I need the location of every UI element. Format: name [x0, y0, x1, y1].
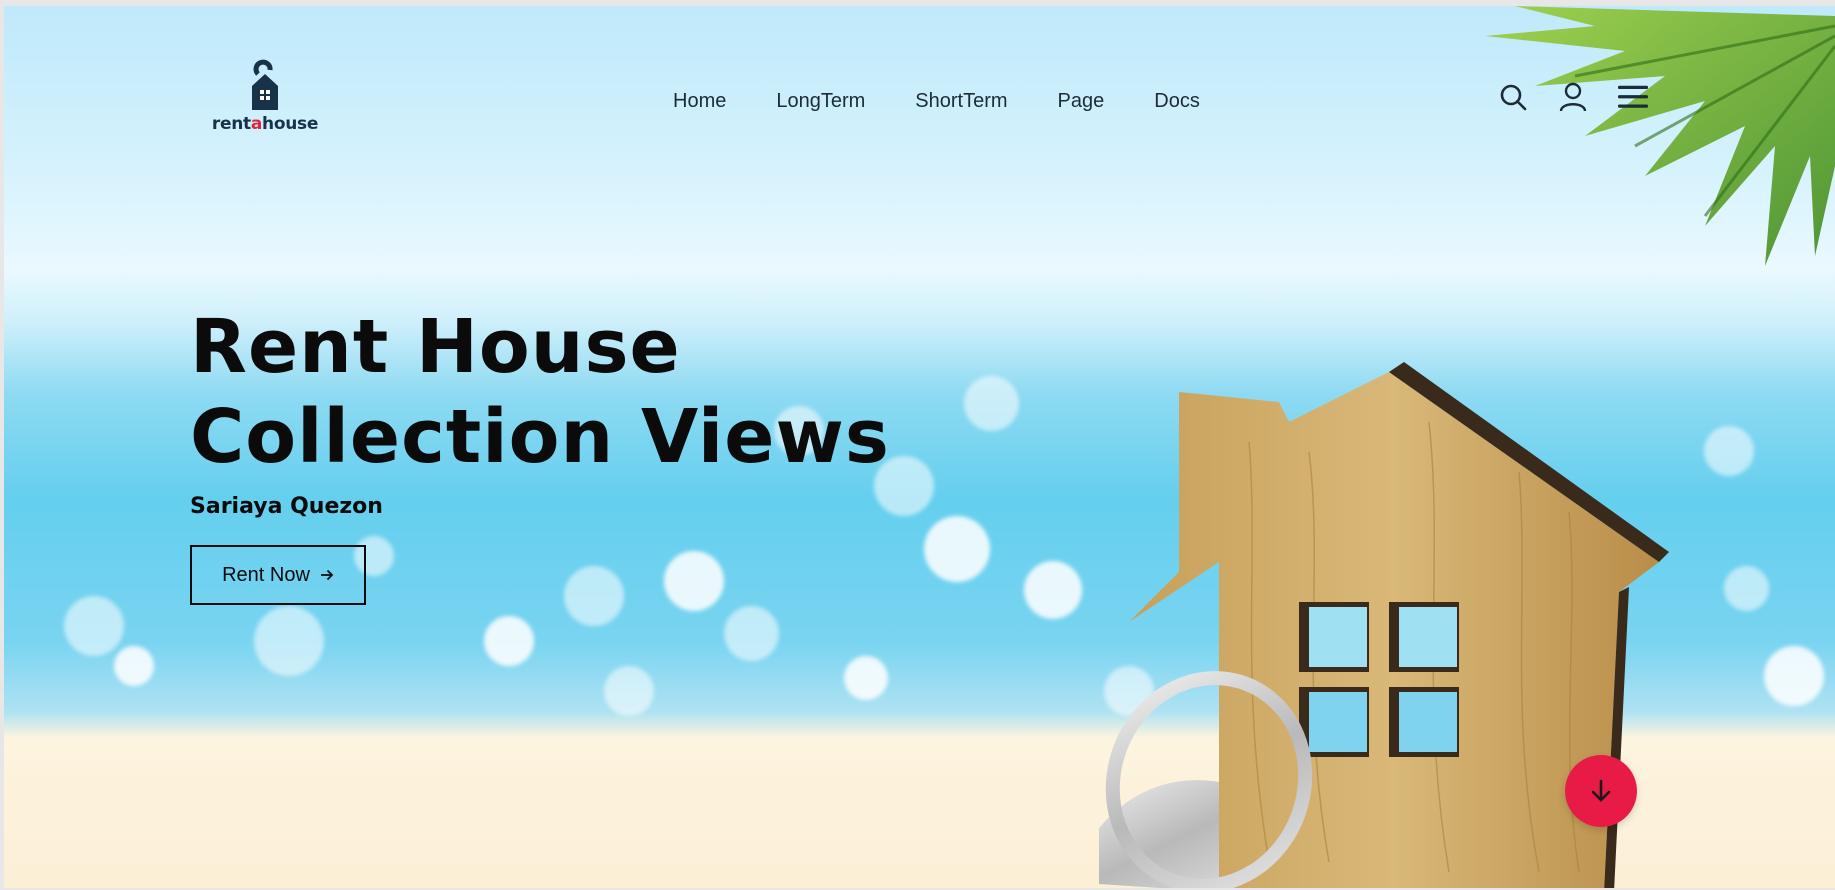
nav-item-docs[interactable]: Docs	[1154, 90, 1200, 113]
header-actions	[1498, 82, 1648, 112]
rent-now-label: Rent Now	[222, 563, 310, 586]
hero-subtitle: Sariaya Quezon	[190, 494, 383, 519]
brand-wordmark: rentahouse	[211, 114, 319, 134]
hero-title-line2: Collection Views	[190, 394, 890, 480]
nav-item-shortterm[interactable]: ShortTerm	[915, 90, 1007, 113]
nav-item-home[interactable]: Home	[673, 90, 726, 113]
door-hanger-house-icon	[252, 59, 278, 110]
scroll-down-button[interactable]	[1565, 755, 1637, 827]
rent-now-button[interactable]: Rent Now	[190, 545, 366, 605]
hero-title-line1: Rent House	[190, 304, 681, 390]
brand-logo[interactable]: rentahouse	[210, 58, 320, 138]
palm-leaf-image	[1485, 6, 1835, 266]
arrow-right-icon	[320, 569, 334, 581]
hero-title: Rent House Collection Views	[190, 302, 890, 482]
nav-item-page[interactable]: Page	[1058, 90, 1105, 113]
arrow-down-icon	[1591, 779, 1611, 802]
menu-icon[interactable]	[1618, 82, 1648, 112]
user-icon[interactable]	[1558, 82, 1588, 112]
search-icon[interactable]	[1498, 82, 1528, 112]
hero-section: rentahouse Home LongTerm ShortTerm Page …	[4, 6, 1835, 888]
main-nav: Home LongTerm ShortTerm Page Docs	[673, 90, 1200, 113]
nav-item-longterm[interactable]: LongTerm	[776, 90, 865, 113]
